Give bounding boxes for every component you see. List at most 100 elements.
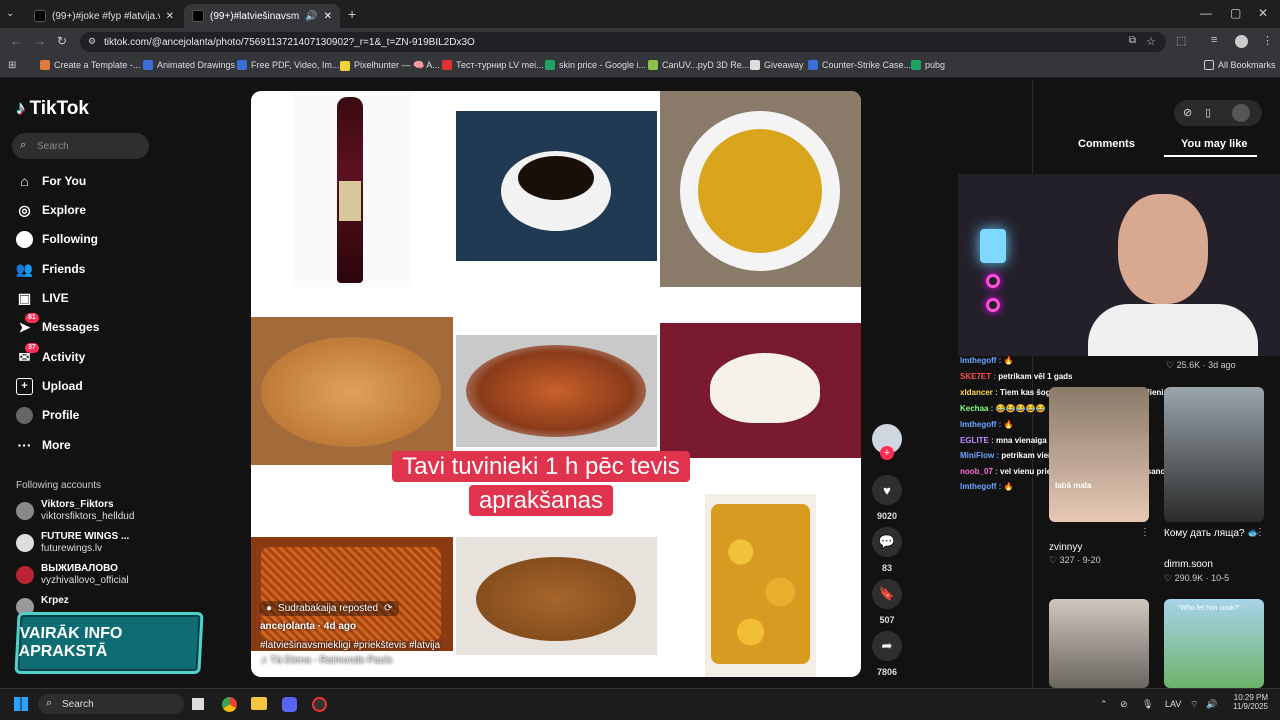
recommended-video-card[interactable]: "Who let him cook?" bbox=[1164, 599, 1264, 688]
bookmark-item[interactable]: Create a Template -... bbox=[40, 60, 140, 70]
back-icon[interactable]: ← bbox=[10, 34, 22, 48]
maximize-button[interactable]: ▢ bbox=[1230, 6, 1241, 20]
tiktok-logo[interactable]: ♪ TikTok bbox=[16, 98, 89, 120]
volume-icon[interactable]: 🔊 bbox=[1206, 699, 1217, 710]
chrome-icon[interactable] bbox=[222, 697, 237, 712]
folder-icon bbox=[1204, 60, 1214, 70]
app-icon[interactable] bbox=[312, 697, 327, 712]
following-account[interactable]: FUTURE WINGS ... futurewings.lv bbox=[16, 531, 129, 557]
nav-more[interactable]: ··· More bbox=[16, 434, 71, 456]
extensions-icon[interactable]: ⬚ bbox=[1176, 34, 1186, 47]
post-hashtags[interactable]: #latviešinavsmiekligi #priekštevis #latv… bbox=[260, 640, 440, 651]
settings-icon[interactable]: ⊘ bbox=[1183, 106, 1192, 119]
tab-comments[interactable]: Comments bbox=[1078, 138, 1135, 150]
nav-for-you[interactable]: ⌂ For You bbox=[16, 170, 86, 192]
bookmark-item[interactable]: skin price - Google i... bbox=[545, 60, 646, 70]
bookmark-item[interactable]: CanUV...pyD 3D Re... bbox=[648, 60, 749, 70]
avatar[interactable] bbox=[1232, 104, 1250, 122]
following-account[interactable]: Viktors_Fiktors viktorsfiktors_helldud bbox=[16, 499, 134, 525]
clock[interactable]: 10:29 PM 11/9/2025 bbox=[1230, 693, 1268, 711]
bookmark-item[interactable]: pubg bbox=[911, 60, 945, 70]
avatar bbox=[16, 534, 34, 552]
speaker-icon[interactable]: 🔊 bbox=[305, 11, 317, 22]
follow-plus-icon[interactable]: + bbox=[880, 446, 894, 460]
tab-list-chevron-icon[interactable]: ⌄ bbox=[6, 8, 14, 19]
bookmark-item[interactable]: Тест-турнир LV mei... bbox=[442, 60, 544, 70]
bookmark-icon bbox=[40, 60, 50, 70]
apps-grid-icon[interactable]: ⊞ bbox=[8, 60, 16, 71]
browser-tab-1[interactable]: (99+)#joke #fyp #latvija.v 💪 | ✕ bbox=[26, 4, 182, 28]
phone-icon[interactable]: ▯ bbox=[1205, 106, 1211, 119]
task-view-icon[interactable] bbox=[192, 698, 204, 710]
recommended-video-card[interactable] bbox=[1164, 387, 1264, 522]
pirozhki-image bbox=[251, 317, 453, 465]
nav-following[interactable]: Following bbox=[16, 228, 98, 250]
profile-avatar[interactable] bbox=[1235, 35, 1248, 48]
tiktok-favicon-icon bbox=[34, 10, 46, 22]
comment-button[interactable]: 💬 83 bbox=[872, 527, 902, 573]
like-button[interactable]: ♥ 9020 bbox=[872, 475, 902, 521]
bookmark-star-icon[interactable]: ☆ bbox=[1146, 35, 1156, 48]
nav-friends[interactable]: 👥 Friends bbox=[16, 258, 86, 280]
bookmark-item[interactable]: Giveaway bbox=[750, 60, 804, 70]
close-icon[interactable]: ✕ bbox=[166, 11, 174, 22]
all-bookmarks[interactable]: All Bookmarks bbox=[1204, 60, 1276, 70]
bookmark-item[interactable]: Animated Drawings bbox=[143, 60, 235, 70]
network-icon[interactable]: ⊘ bbox=[1120, 699, 1128, 710]
live-icon: ▣ bbox=[17, 289, 32, 306]
recommended-video-card[interactable]: labā mala bbox=[1049, 387, 1149, 522]
recommended-video-card[interactable] bbox=[1049, 599, 1149, 688]
language-indicator[interactable]: LAV bbox=[1165, 699, 1181, 709]
tray-chevron-icon[interactable]: ⌃ bbox=[1100, 699, 1108, 710]
post-music[interactable]: ♫ Tā Diena - Raimonds Pauls bbox=[260, 655, 392, 666]
taskbar-search[interactable]: ⌕ Search bbox=[38, 694, 184, 714]
cutlets-image bbox=[456, 537, 657, 655]
card-username[interactable]: zvinnyy bbox=[1049, 542, 1082, 553]
search-icon: ⌕ bbox=[20, 139, 27, 151]
nav-activity[interactable]: ✉ 37 Activity bbox=[16, 342, 85, 368]
close-window-button[interactable]: ✕ bbox=[1258, 6, 1268, 20]
creator-avatar[interactable]: + bbox=[872, 424, 902, 460]
bookmark-item[interactable]: Pixelhunter — 🧠 A... bbox=[340, 60, 440, 71]
following-account[interactable]: ВЫЖИВАЛОВО vyzhivallovo_official bbox=[16, 563, 129, 589]
bookmark-icon bbox=[911, 60, 921, 70]
browser-tab-2[interactable]: (99+)#latviešinavsmiekligi 🔊 ✕ bbox=[184, 4, 340, 28]
microphone-icon[interactable]: 🎙 bbox=[1142, 699, 1153, 710]
card-more-icon[interactable]: ⋮ bbox=[1140, 527, 1150, 538]
file-explorer-icon[interactable] bbox=[251, 697, 267, 710]
share-button[interactable]: ➦ 7806 bbox=[872, 631, 902, 677]
card-username[interactable]: dimm.soon bbox=[1164, 559, 1213, 570]
card-stats: ♡ 290.9K · 10-5 bbox=[1164, 573, 1230, 583]
repost-label[interactable]: ● Sudrabakaija reposted ⟳ bbox=[260, 601, 399, 616]
nav-live[interactable]: ▣ LIVE bbox=[16, 287, 69, 309]
post-author[interactable]: ancejolanta · 4d ago bbox=[260, 621, 356, 632]
forward-icon[interactable]: → bbox=[34, 34, 46, 48]
bookmark-icon bbox=[143, 60, 153, 70]
site-info-icon[interactable]: ⚙ bbox=[88, 36, 96, 47]
chat-message: Kechaa : 😂😂😂😂😂 bbox=[960, 404, 1046, 413]
search-input[interactable]: ⌕ Search bbox=[12, 133, 149, 159]
nav-explore[interactable]: ◎ Explore bbox=[16, 199, 86, 221]
windows-start-icon[interactable] bbox=[14, 697, 28, 711]
url-bar[interactable]: ⚙ tiktok.com/@ancejolanta/photo/75691137… bbox=[80, 32, 1166, 52]
discord-icon[interactable] bbox=[282, 697, 297, 712]
install-app-icon[interactable]: ⧉ bbox=[1129, 35, 1136, 46]
new-tab-button[interactable]: + bbox=[348, 6, 356, 22]
close-icon[interactable]: ✕ bbox=[324, 11, 332, 22]
nav-messages[interactable]: ➤ 81 Messages bbox=[16, 312, 99, 338]
menu-kebab-icon[interactable]: ⋮ bbox=[1262, 34, 1273, 47]
nav-upload[interactable]: + Upload bbox=[16, 375, 83, 397]
tab-you-may-like[interactable]: You may like bbox=[1181, 138, 1247, 150]
bookmark-item[interactable]: Counter-Strike Case... bbox=[808, 60, 911, 70]
reload-icon[interactable]: ↻ bbox=[57, 34, 67, 48]
heart-icon: ♡ bbox=[1049, 555, 1058, 565]
save-button[interactable]: 🔖 507 bbox=[872, 579, 902, 625]
wifi-icon[interactable]: ⌔ bbox=[1190, 699, 1198, 710]
chat-emote-icon: 🔥 bbox=[1003, 356, 1014, 365]
bookmark-item[interactable]: Free PDF, Video, Im... bbox=[237, 60, 339, 70]
photo-post-viewer[interactable] bbox=[251, 91, 861, 677]
minimize-button[interactable]: — bbox=[1200, 6, 1212, 20]
media-icon[interactable]: ≡ bbox=[1211, 34, 1217, 46]
bookmark-icon bbox=[237, 60, 247, 70]
nav-profile[interactable]: Profile bbox=[16, 404, 79, 426]
